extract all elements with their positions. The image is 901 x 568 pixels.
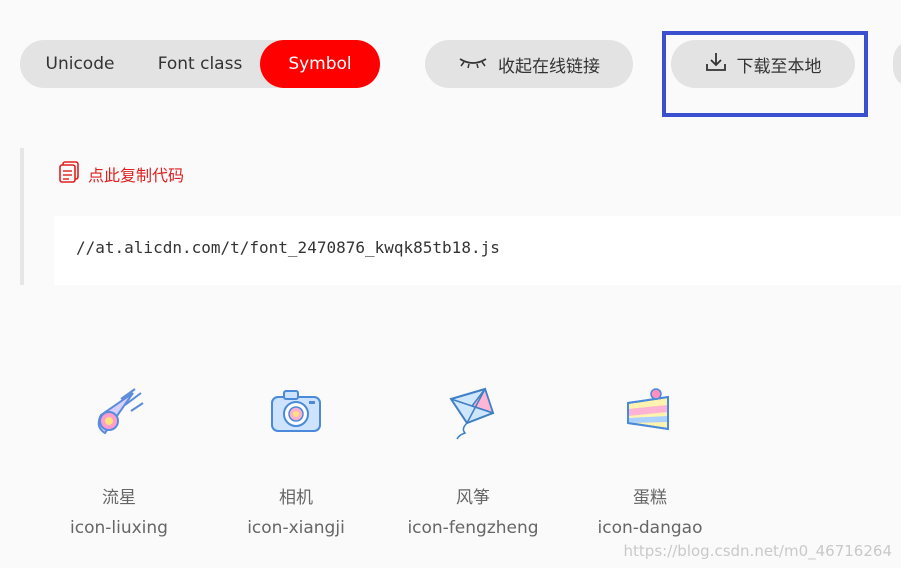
kite-icon [445,385,501,441]
icon-label-cn: 风筝 [456,488,490,508]
collapse-link-button[interactable]: 收起在线链接 [425,40,633,88]
eye-closed-icon [458,54,488,74]
icon-label-cn: 相机 [279,488,313,508]
tab-unicode[interactable]: Unicode [20,40,140,88]
copy-icon [58,160,80,188]
watermark: https://blog.csdn.net/m0_46716264 [623,542,892,560]
collapse-link-label: 收起在线链接 [498,56,600,77]
code-url: //at.alicdn.com/t/font_2470876_kwqk85tb1… [76,238,500,257]
copy-code-link[interactable]: 点此复制代码 [58,160,184,188]
tab-symbol[interactable]: Symbol [260,40,380,88]
icon-label-en: icon-fengzheng [407,518,539,538]
code-box: //at.alicdn.com/t/font_2470876_kwqk85tb1… [54,216,901,285]
icon-card-dangao[interactable]: 蛋糕 icon-dangao [570,385,730,538]
icon-label-en: icon-xiangji [247,518,345,538]
camera-icon [268,385,324,441]
icon-label-en: icon-dangao [597,518,703,538]
copy-code-label: 点此复制代码 [88,166,185,185]
icon-card-liuxing[interactable]: 流星 icon-liuxing [39,385,199,538]
icon-card-xiangji[interactable]: 相机 icon-xiangji [216,385,376,538]
icon-card-fengzheng[interactable]: 风筝 icon-fengzheng [393,385,553,538]
cake-icon [622,385,678,441]
code-block: 点此复制代码 //at.alicdn.com/t/font_2470876_kw… [20,148,901,285]
meteor-icon [91,385,147,441]
more-button[interactable] [893,40,901,88]
tab-group: Unicode Font class Symbol [20,40,380,88]
icon-label-cn: 流星 [102,488,136,508]
tab-font-class[interactable]: Font class [140,40,260,88]
icon-label-en: icon-liuxing [70,518,168,538]
highlight-box [662,31,868,117]
icon-label-cn: 蛋糕 [633,488,667,508]
